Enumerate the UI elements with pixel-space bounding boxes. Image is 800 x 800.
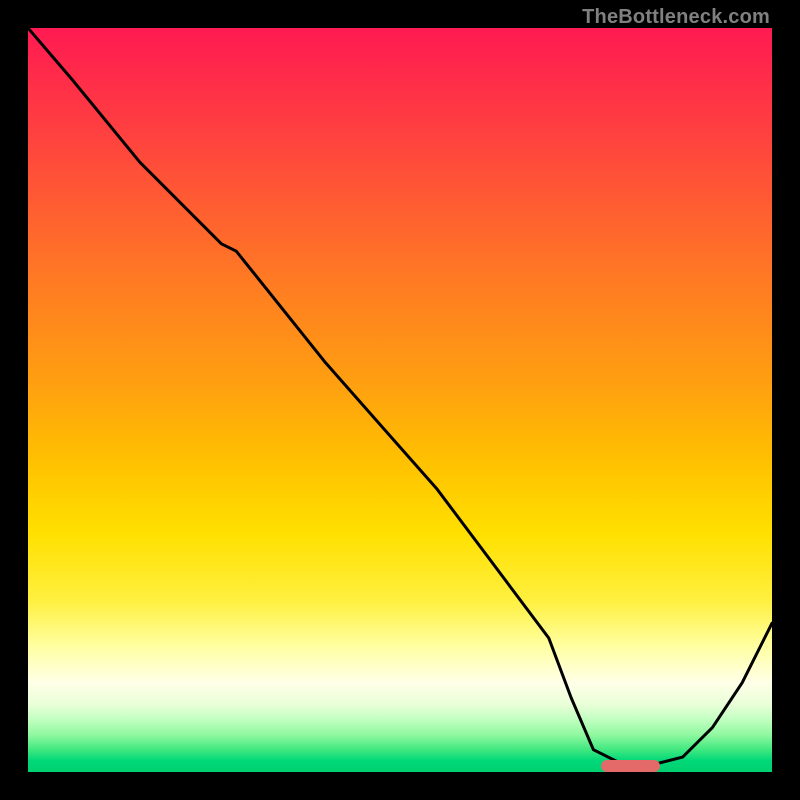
bottleneck-curve-path <box>28 28 772 765</box>
optimal-range-marker <box>601 760 661 772</box>
plot-area <box>28 28 772 772</box>
watermark-text: TheBottleneck.com <box>582 6 770 29</box>
curve-svg <box>28 28 772 772</box>
chart-container: TheBottleneck.com <box>0 0 800 800</box>
